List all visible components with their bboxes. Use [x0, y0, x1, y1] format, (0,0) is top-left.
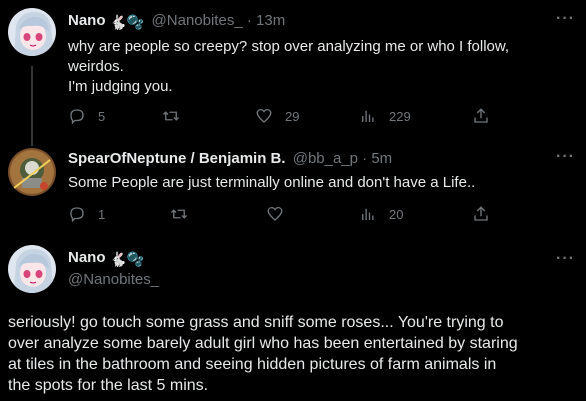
tweet-text: seriously! go touch some grass and sniff… [8, 312, 583, 396]
tweet-line: why are people so creepy? stop over anal… [68, 38, 510, 55]
like-button[interactable] [266, 204, 296, 224]
rabbit-bubbles-emoji: 🐇🫧 [109, 14, 145, 30]
share-button[interactable] [472, 106, 490, 126]
tweet-1[interactable]: Nano 🐇🫧 @Nanobites_ · 13m ··· why are peo… [0, 0, 586, 142]
retweet-icon [163, 111, 179, 121]
tweet-line: Some People are just terminally online a… [68, 174, 476, 191]
share-button[interactable] [472, 204, 490, 224]
views-icon [362, 110, 374, 122]
views-button[interactable]: 20 [359, 204, 403, 224]
avatar[interactable] [8, 148, 56, 196]
tweet-header: Nano 🐇🫧 @Nanobites_ · 13m [68, 11, 285, 32]
heart-icon [256, 108, 272, 123]
tweet-line: seriously! go touch some grass and sniff… [8, 314, 504, 331]
more-icon[interactable]: ··· [556, 148, 575, 166]
handle[interactable]: @Nanobites_ [152, 12, 243, 29]
tweet-line: weirdos. [68, 58, 124, 75]
reply-button[interactable]: 5 [68, 106, 105, 126]
timestamp[interactable]: 5m [371, 150, 392, 167]
reply-button[interactable]: 1 [68, 204, 105, 224]
heart-icon [267, 206, 283, 221]
like-count: 29 [285, 108, 300, 124]
avatar[interactable] [8, 8, 56, 56]
handle[interactable]: @bb_a_p [293, 150, 358, 167]
retweet-button[interactable] [162, 106, 192, 126]
views-button[interactable]: 229 [359, 106, 411, 126]
tweet-line: at tiles in the bathroom and seeing hidd… [8, 356, 497, 373]
display-name[interactable]: SpearOfNeptune / Benjamin B. [68, 150, 286, 167]
view-count: 229 [389, 108, 411, 124]
retweet-icon [171, 209, 187, 219]
tweet-line: I'm judging you. [68, 78, 173, 95]
tweet-header: SpearOfNeptune / Benjamin B. @bb_a_p · 5… [68, 149, 392, 169]
view-count: 20 [389, 206, 404, 222]
more-icon[interactable]: ··· [556, 250, 575, 268]
share-icon [474, 108, 488, 123]
separator: · [246, 12, 252, 29]
timestamp[interactable]: 13m [256, 12, 285, 29]
rabbit-bubbles-emoji: 🐇🫧 [109, 251, 145, 267]
retweet-button[interactable] [170, 204, 200, 224]
reply-icon [70, 109, 84, 125]
tweet-text: Some People are just terminally online a… [68, 173, 573, 193]
reply-count: 1 [98, 206, 106, 222]
avatar[interactable] [8, 245, 56, 293]
views-icon [362, 208, 374, 220]
tweet-line: the spots for the last 5 mins. [8, 377, 209, 394]
tweet-text: why are people so creepy? stop over anal… [68, 37, 573, 97]
display-name[interactable]: Nano [68, 12, 106, 29]
separator: · [362, 150, 368, 167]
tweet-line: over analyze some barely adult girl who … [8, 335, 518, 352]
reply-icon [70, 207, 84, 223]
more-icon[interactable]: ··· [556, 10, 575, 28]
reply-count: 5 [98, 108, 106, 124]
share-icon [474, 206, 488, 221]
tweet-header: Nano 🐇🫧 [68, 248, 144, 269]
like-button[interactable]: 29 [255, 106, 299, 126]
tweet-2[interactable]: SpearOfNeptune / Benjamin B. @bb_a_p · 5… [0, 142, 586, 234]
tweet-3[interactable]: Nano 🐇🫧 @Nanobites_ ··· seriously! go tou… [0, 234, 586, 401]
handle[interactable]: @Nanobites_ [68, 270, 159, 290]
display-name[interactable]: Nano [68, 249, 106, 266]
